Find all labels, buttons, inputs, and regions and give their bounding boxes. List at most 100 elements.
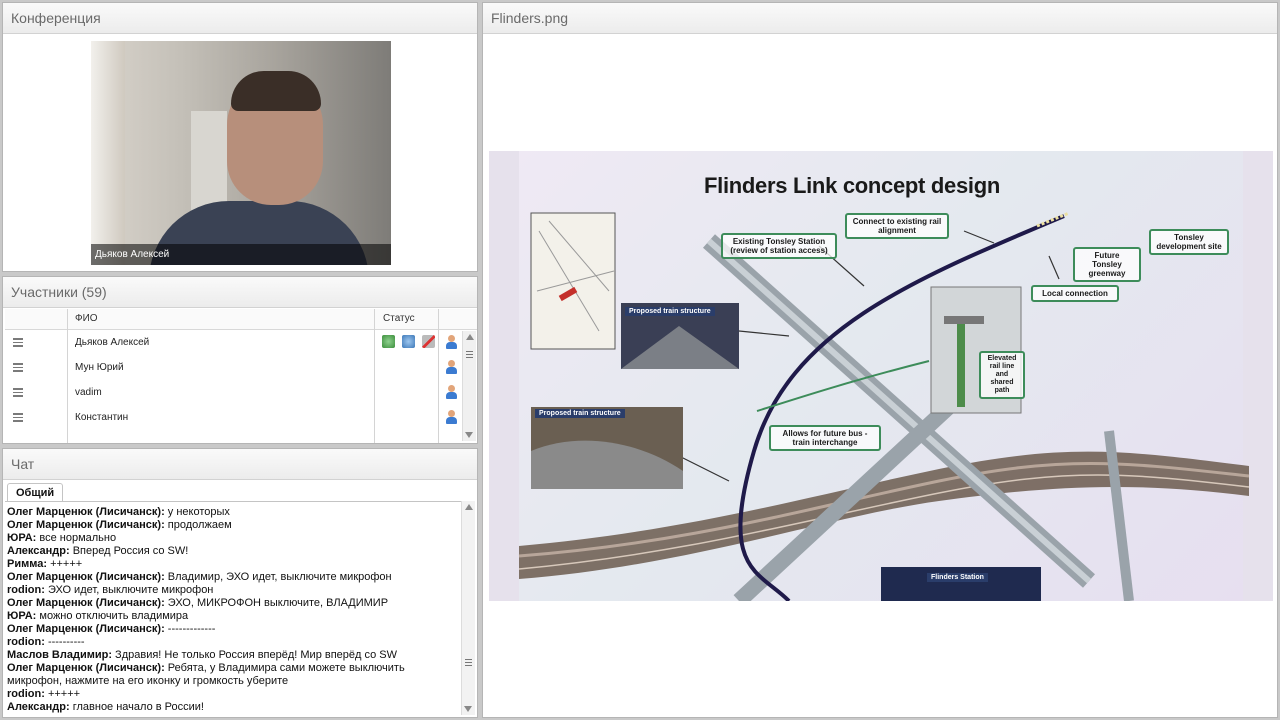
message-author[interactable]: Маслов Владимир: xyxy=(7,649,112,661)
message-text: Владимир, ЭХО идет, выключите микрофон xyxy=(164,571,392,583)
message-author[interactable]: rodion: xyxy=(7,584,45,596)
user-icon[interactable] xyxy=(445,410,457,424)
message-author[interactable]: Александр: xyxy=(7,701,70,713)
message-author[interactable]: Александр: xyxy=(7,545,70,557)
message-text: Здравия! Не только Россия вперёд! Мир вп… xyxy=(112,649,398,661)
video-person-hair xyxy=(231,71,321,111)
participants-panel: Участники (59) ФИО Статус Дьяков Алексей… xyxy=(2,276,478,444)
chat-panel: Чат Общий Олег Марценюк (Лисичанск): у н… xyxy=(2,448,478,718)
user-icon[interactable] xyxy=(445,335,457,349)
message-author[interactable]: ЮРА: xyxy=(7,532,36,544)
participant-row[interactable]: Константин xyxy=(5,405,477,430)
participants-title: Участники (59) xyxy=(3,277,477,308)
row-menu-icon[interactable] xyxy=(13,413,23,422)
message-text: Вперед Россия со SW! xyxy=(69,545,189,557)
participants-header: ФИО Статус xyxy=(5,309,477,330)
participant-name: Константин xyxy=(75,412,129,423)
message-author[interactable]: rodion: xyxy=(7,688,45,700)
participants-scrollbar[interactable] xyxy=(462,331,476,441)
column-status-header[interactable]: Статус xyxy=(383,309,415,329)
message-text: ЭХО, МИКРОФОН выключите, ВЛАДИМИР xyxy=(164,597,389,609)
message-text: ЭХО идет, выключите микрофон xyxy=(44,584,214,596)
message-author[interactable]: ЮРА: xyxy=(7,610,36,622)
chat-message: ЮРА: можно отключить владимира xyxy=(7,610,459,623)
conference-panel: Конференция Дьяков Алексей xyxy=(2,2,478,272)
message-text: все нормально xyxy=(36,532,117,544)
message-text: продолжаем xyxy=(164,519,232,531)
document-image[interactable]: Flinders Link concept design Connect to … xyxy=(489,151,1273,601)
message-author[interactable]: Олег Марценюк (Лисичанск): xyxy=(7,571,165,583)
document-panel: Flinders.png Flinders Link concept desig… xyxy=(482,2,1278,718)
column-divider xyxy=(67,309,68,443)
message-author[interactable]: Олег Марценюк (Лисичанск): xyxy=(7,519,165,531)
chat-message: Олег Марценюк (Лисичанск): у некоторых xyxy=(7,506,459,519)
chat-message: Александр: главное начало в России! xyxy=(7,701,459,714)
speaker-muted-icon[interactable] xyxy=(422,335,435,348)
participant-row[interactable]: Мун Юрий xyxy=(5,355,477,380)
video-feed[interactable]: Дьяков Алексей xyxy=(91,41,391,265)
row-menu-icon[interactable] xyxy=(13,388,23,397)
scroll-up-icon[interactable] xyxy=(464,504,473,510)
column-divider xyxy=(374,309,375,443)
chat-message: Римма: +++++ xyxy=(7,558,459,571)
chat-message: Олег Марценюк (Лисичанск): Владимир, ЭХО… xyxy=(7,571,459,584)
tab-general[interactable]: Общий xyxy=(7,483,64,502)
message-author[interactable]: Римма: xyxy=(7,558,47,570)
label-greenway: Future Tonsley greenway xyxy=(1073,247,1141,282)
row-menu-icon[interactable] xyxy=(13,363,23,372)
label-flinders-station: Flinders Station xyxy=(927,573,988,582)
scroll-grip-icon[interactable] xyxy=(465,659,472,668)
chat-message: ЮРА: все нормально xyxy=(7,532,459,545)
message-text: +++++ xyxy=(44,688,81,700)
message-text: ------------- xyxy=(164,623,216,635)
participants-table: ФИО Статус Дьяков Алексей Мун Юрий vadim… xyxy=(5,309,477,443)
user-icon[interactable] xyxy=(445,360,457,374)
scroll-down-icon[interactable] xyxy=(465,432,473,438)
message-author[interactable]: Олег Марценюк (Лисичанск): xyxy=(7,623,165,635)
label-tonsley-station: Existing Tonsley Station (review of stat… xyxy=(721,233,837,259)
message-author[interactable]: Олег Марценюк (Лисичанск): xyxy=(7,506,165,518)
message-text: +++++ xyxy=(47,558,83,570)
chat-scrollbar[interactable] xyxy=(461,501,475,715)
slide-title: Flinders Link concept design xyxy=(704,173,1000,198)
message-text: главное начало в России! xyxy=(69,701,204,713)
message-text: у некоторых xyxy=(164,506,230,518)
scroll-grip-icon[interactable] xyxy=(466,351,473,360)
chat-message: Маслов Владимир: Здравия! Не только Росс… xyxy=(7,649,459,662)
label-connect: Connect to existing rail alignment xyxy=(845,213,949,239)
chat-message: rodion: +++++ xyxy=(7,688,459,701)
row-menu-icon[interactable] xyxy=(13,338,23,347)
chat-message: Александр: Вперед Россия со SW! xyxy=(7,545,459,558)
message-text: можно отключить владимира xyxy=(36,610,189,622)
webcam-status-icon[interactable] xyxy=(382,335,395,348)
column-divider xyxy=(438,309,439,443)
chat-message: rodion: ЭХО идет, выключите микрофон xyxy=(7,584,459,597)
message-author[interactable]: Олег Марценюк (Лисичанск): xyxy=(7,597,165,609)
scroll-down-icon[interactable] xyxy=(464,706,472,712)
video-curtain xyxy=(91,41,125,265)
user-icon[interactable] xyxy=(445,385,457,399)
message-author[interactable]: Олег Марценюк (Лисичанск): xyxy=(7,662,165,674)
participant-name: Дьяков Алексей xyxy=(75,337,150,348)
label-local-connection: Local connection xyxy=(1031,285,1119,302)
message-list: Олег Марценюк (Лисичанск): у некоторых Ол… xyxy=(7,506,459,714)
participant-row[interactable]: Дьяков Алексей xyxy=(5,330,477,355)
scroll-up-icon[interactable] xyxy=(465,334,474,340)
document-title: Flinders.png xyxy=(483,3,1277,34)
video-caption: Дьяков Алексей xyxy=(91,244,391,265)
participant-name: vadim xyxy=(75,387,102,398)
label-interchange: Allows for future bus - train interchang… xyxy=(769,425,881,451)
chat-messages: Олег Марценюк (Лисичанск): у некоторых Ол… xyxy=(5,501,461,716)
chat-message: rodion: ---------- xyxy=(7,636,459,649)
participant-row[interactable]: vadim xyxy=(5,380,477,405)
label-development: Tonsley development site xyxy=(1149,229,1229,255)
chat-message: Олег Марценюк (Лисичанск): продолжаем xyxy=(7,519,459,532)
message-author[interactable]: rodion: xyxy=(7,636,45,648)
microphone-status-icon[interactable] xyxy=(402,335,415,348)
message-text: ---------- xyxy=(44,636,85,648)
chat-message: Олег Марценюк (Лисичанск): ЭХО, МИКРОФОН… xyxy=(7,597,459,610)
column-name-header[interactable]: ФИО xyxy=(75,309,98,329)
label-elevated: Elevated rail line and shared path xyxy=(979,351,1025,399)
label-train-structure-2: Proposed train structure xyxy=(535,409,625,418)
participant-name: Мун Юрий xyxy=(75,362,124,373)
